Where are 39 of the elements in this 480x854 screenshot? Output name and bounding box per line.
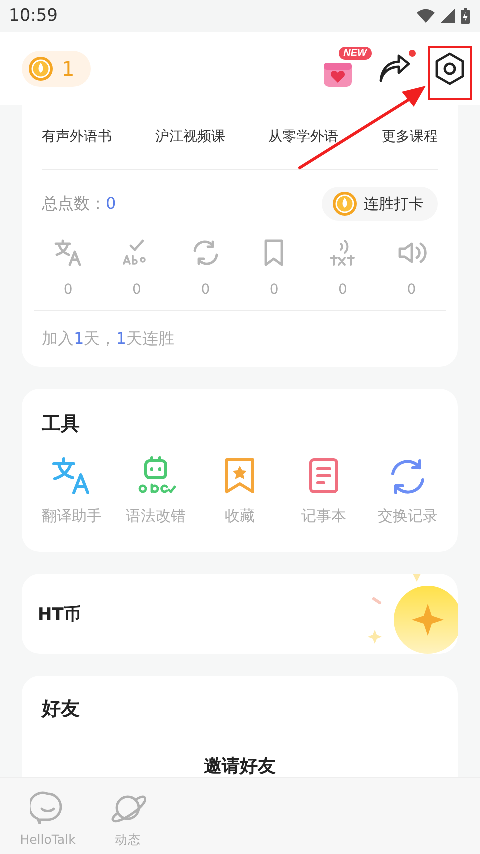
streak-count: 1: [62, 56, 75, 80]
stat-count: 0: [132, 282, 142, 298]
settings-icon: [434, 52, 466, 86]
stat-count: 0: [201, 282, 210, 298]
total-points: 总点数：0: [42, 194, 116, 214]
share-arrow-icon: [378, 54, 412, 84]
translate-icon: [53, 238, 84, 268]
new-badge: NEW: [338, 46, 372, 60]
tool-button[interactable]: 收藏: [198, 455, 282, 526]
stat-count: 0: [407, 282, 416, 298]
checkin-button[interactable]: 连胜打卡: [322, 187, 438, 221]
invite-friends-title: 邀请好友: [203, 755, 277, 778]
coin-icon: [332, 191, 358, 217]
stat-count: 0: [270, 282, 279, 298]
stat-count: 0: [338, 282, 348, 298]
tool-button[interactable]: 语法改错: [114, 455, 198, 526]
coins-card[interactable]: HT币: [22, 574, 458, 654]
wifi-icon: [417, 9, 435, 23]
tool-button[interactable]: 记事本: [282, 455, 366, 526]
tool-button[interactable]: 交换记录: [366, 455, 450, 526]
coin-icon: [28, 56, 54, 82]
nav-tab[interactable]: HelloTalk: [8, 778, 88, 854]
gift-button[interactable]: NEW: [320, 46, 372, 90]
streak-summary: 加入1天，1天连胜: [42, 328, 176, 350]
course-link[interactable]: 从零学外语: [268, 128, 339, 146]
streak-badge[interactable]: 1: [22, 50, 91, 86]
battery-icon: [461, 8, 470, 24]
tool-button[interactable]: 翻译助手: [30, 455, 114, 526]
audio-text-icon: [328, 238, 358, 268]
course-link[interactable]: 沪江视频课: [155, 128, 226, 146]
section-title: 好友: [42, 697, 81, 722]
stat-count: 0: [64, 282, 73, 298]
section-title: 工具: [42, 412, 81, 437]
section-title: HT币: [38, 604, 81, 626]
status-time: 10:59: [9, 6, 58, 26]
course-link[interactable]: 更多课程: [382, 128, 438, 146]
course-link[interactable]: 有声外语书: [42, 128, 112, 146]
signal-icon: [441, 9, 455, 23]
nav-tab[interactable]: 动态: [88, 778, 168, 854]
